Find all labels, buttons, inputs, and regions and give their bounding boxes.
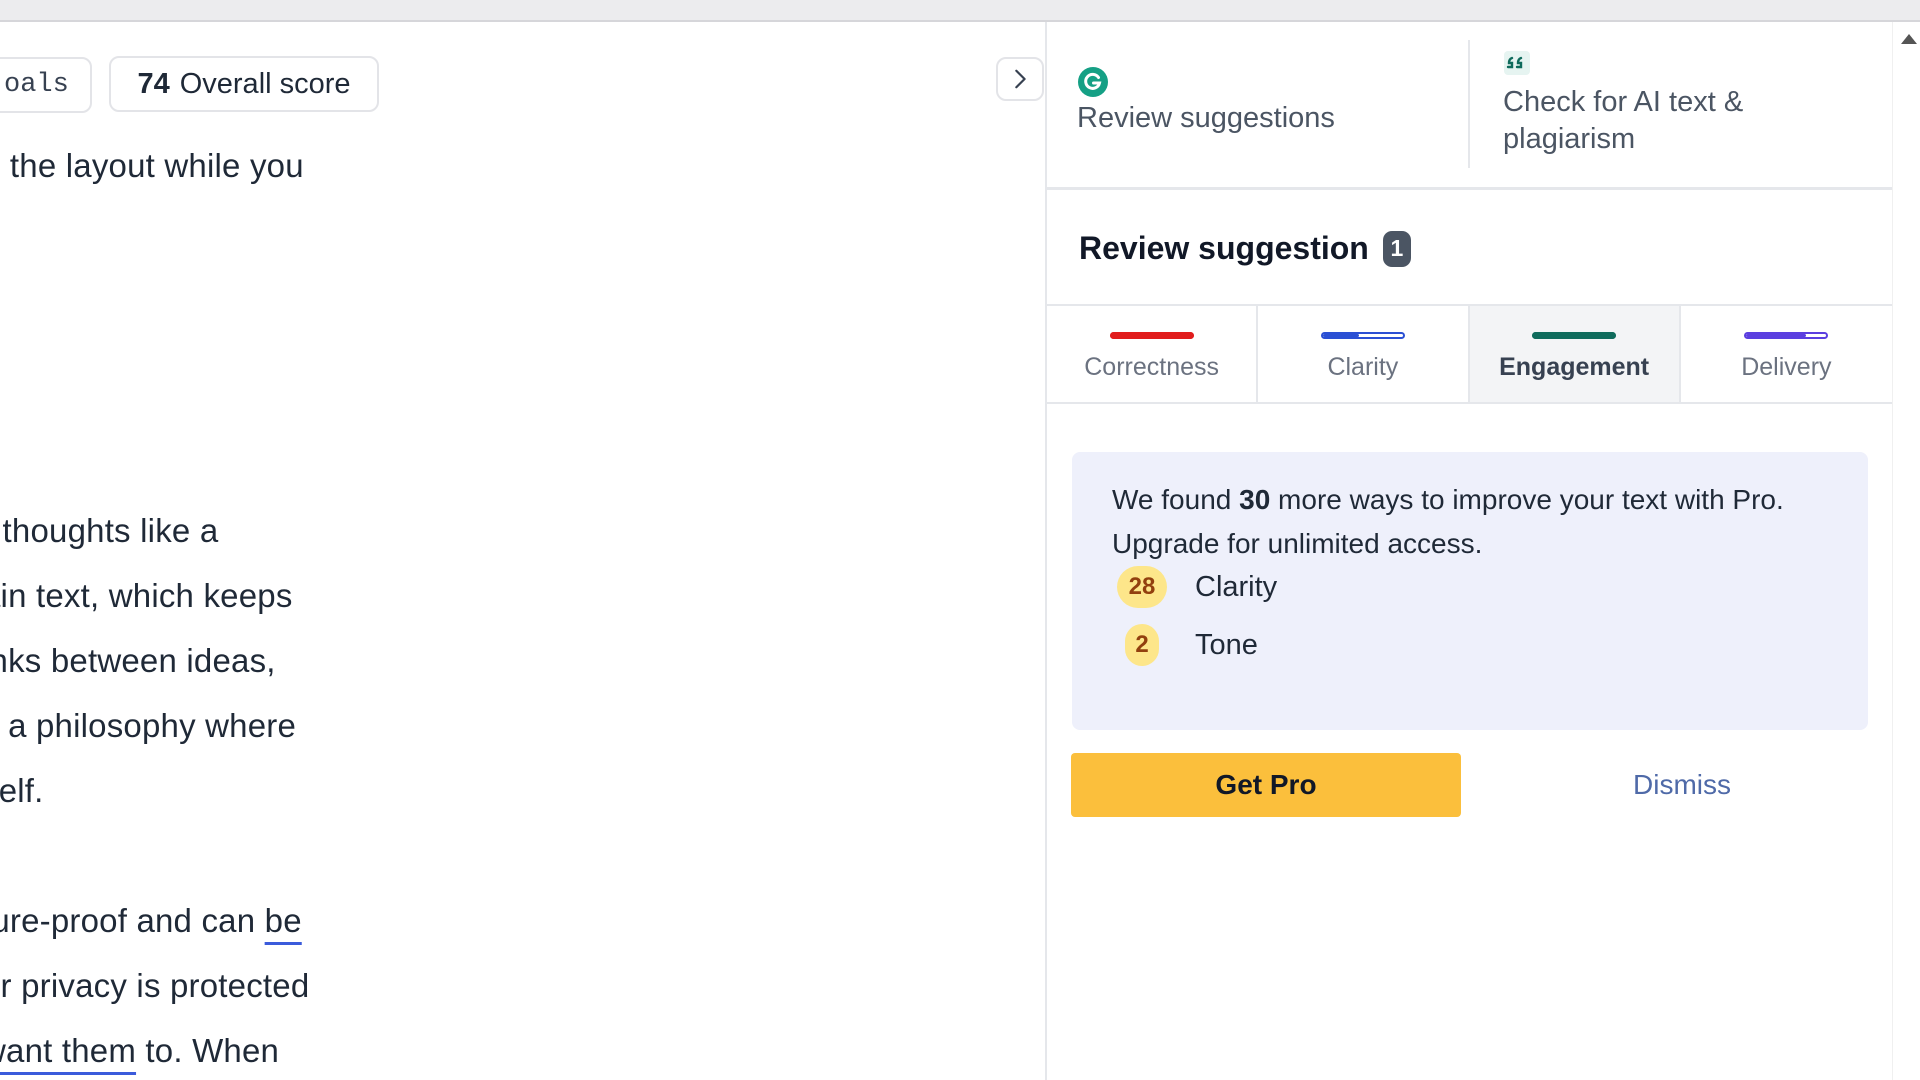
clarity-count-badge: 28	[1117, 566, 1167, 608]
promo-text: We found	[1112, 484, 1240, 515]
tab-clarity[interactable]: Clarity	[1258, 306, 1470, 402]
delivery-score-bar	[1744, 332, 1829, 339]
tab-delivery-label: Delivery	[1741, 352, 1832, 381]
document-line: ture-proof and can be	[0, 901, 302, 941]
tab-review-suggestions[interactable]: Review suggestions	[1077, 22, 1477, 190]
sidebar-scrollbar[interactable]	[1892, 22, 1920, 1080]
promo-item-clarity: 28 Clarity	[1117, 566, 1277, 608]
tone-count-badge: 2	[1125, 624, 1159, 666]
clarity-score-bar	[1320, 332, 1405, 339]
promo-item-tone: 2 Tone	[1117, 624, 1258, 666]
document-text: to. When	[136, 1032, 280, 1069]
scroll-up-arrow-icon[interactable]	[1901, 34, 1917, 44]
collapse-sidebar-button[interactable]	[996, 57, 1044, 101]
tab-check-ai-plagiarism[interactable]: Check for AI text & plagiarism	[1503, 22, 1863, 190]
document-line: s a philosophy where	[0, 707, 297, 744]
tab-engagement[interactable]: Engagement	[1469, 306, 1681, 402]
document-line: r thoughts like a	[0, 512, 219, 549]
window-top-strip	[0, 0, 1920, 22]
tab-separator	[1468, 40, 1470, 168]
assistant-sidebar: Review suggestions Check for AI text & p…	[1047, 22, 1892, 1080]
dismiss-button[interactable]: Dismiss	[1587, 753, 1777, 817]
editor-pane[interactable]: oals 74 Overall score e the layout while…	[0, 22, 1045, 1080]
quote-icon	[1504, 51, 1530, 75]
grammarly-logo-icon	[1078, 67, 1108, 97]
review-suggestion-title: Review suggestion	[1079, 230, 1369, 266]
pro-upgrade-message: We found 30 more ways to improve your te…	[1112, 478, 1812, 566]
pro-upgrade-card: We found 30 more ways to improve your te…	[1072, 452, 1868, 730]
document-line: e the layout while you	[0, 147, 304, 184]
overall-score-value: 74	[137, 67, 170, 100]
tab-delivery[interactable]: Delivery	[1681, 306, 1892, 402]
goals-button[interactable]: oals	[0, 57, 92, 113]
tab-check-ai-plagiarism-label: Check for AI text & plagiarism	[1503, 86, 1744, 155]
document-line: self.	[0, 772, 44, 809]
document-line: inks between ideas,	[0, 642, 276, 679]
underlined-suggestion[interactable]: want them	[0, 1032, 136, 1069]
promo-count: 30	[1239, 484, 1271, 515]
category-tabs: Correctness Clarity Engagement Delivery	[1047, 304, 1892, 404]
overall-score-label: Overall score	[179, 67, 351, 100]
tab-review-suggestions-label: Review suggestions	[1077, 102, 1335, 134]
tab-correctness[interactable]: Correctness	[1047, 306, 1259, 402]
review-suggestion-header: Review suggestion 1	[1079, 230, 1411, 267]
goals-label: oals	[4, 70, 69, 100]
document-line: ain text, which keeps	[0, 577, 293, 614]
document-text: ture-proof and can	[0, 902, 265, 939]
document-line: ur privacy is protected	[0, 967, 310, 1004]
tab-clarity-label: Clarity	[1327, 352, 1399, 381]
assistant-top-tabs: Review suggestions Check for AI text & p…	[1047, 22, 1892, 190]
tone-label: Tone	[1195, 628, 1258, 661]
clarity-label: Clarity	[1195, 570, 1278, 603]
correctness-score-bar	[1109, 332, 1194, 339]
overall-score-button[interactable]: 74 Overall score	[109, 56, 379, 112]
chevron-right-icon	[1015, 69, 1026, 89]
tab-correctness-label: Correctness	[1084, 352, 1219, 381]
tab-engagement-label: Engagement	[1499, 352, 1650, 381]
underlined-suggestion[interactable]: be	[265, 902, 302, 939]
suggestion-count-badge: 1	[1382, 230, 1411, 267]
document-line: want them to. When	[0, 1031, 279, 1071]
get-pro-button[interactable]: Get Pro	[1071, 753, 1461, 817]
engagement-score-bar	[1532, 332, 1617, 339]
